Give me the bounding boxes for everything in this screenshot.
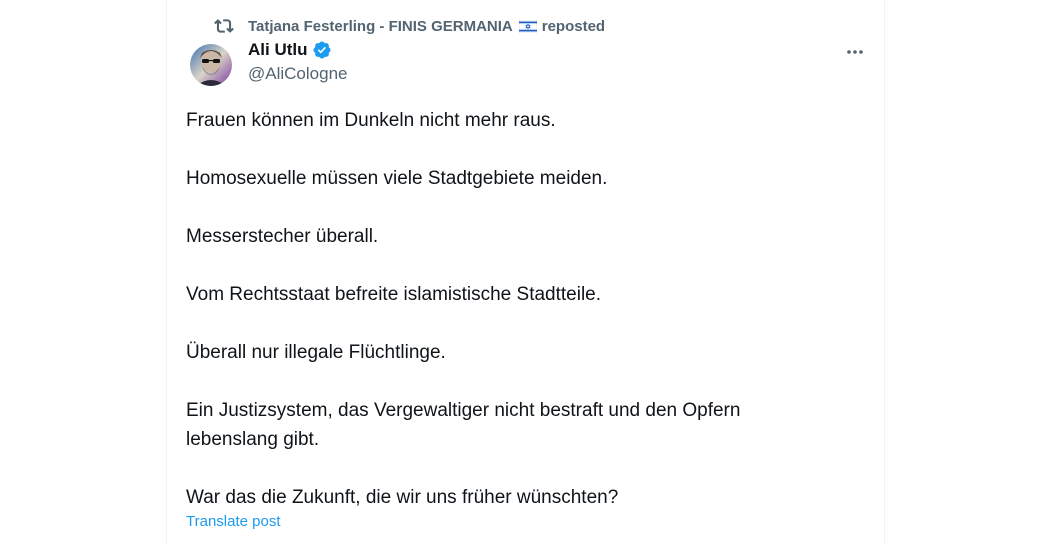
post-line: Überall nur illegale Flüchtlinge.	[186, 342, 446, 363]
verified-badge-icon[interactable]	[312, 40, 332, 60]
repost-context[interactable]: Tatjana Festerling - FINIS GERMANIA repo…	[214, 16, 605, 36]
author-handle[interactable]: @AliCologne	[248, 64, 347, 84]
repost-suffix: reposted	[541, 17, 606, 35]
more-options-button[interactable]	[839, 36, 871, 68]
author-block: Ali Utlu @AliCologne	[248, 40, 347, 84]
repost-icon	[214, 16, 234, 36]
repost-user-name[interactable]: Tatjana Festerling - FINIS GERMANIA	[248, 18, 513, 35]
post-line: Homosexuelle müssen viele Stadtgebiete m…	[186, 168, 608, 189]
israel-flag-icon	[518, 19, 537, 33]
more-dots-icon	[847, 50, 863, 54]
post-line: Frauen können im Dunkeln nicht mehr raus…	[186, 110, 556, 131]
post-line: Ein Justizsystem, das Vergewaltiger nich…	[186, 400, 741, 450]
post-text: Frauen können im Dunkeln nicht mehr raus…	[186, 106, 836, 512]
avatar[interactable]	[190, 44, 232, 86]
author-display-name[interactable]: Ali Utlu	[248, 40, 308, 60]
post-line: Vom Rechtsstaat befreite islamistische S…	[186, 284, 602, 305]
post-line: Messerstecher überall.	[186, 226, 379, 247]
translate-post-link[interactable]: Translate post	[186, 513, 281, 530]
post-line: War das die Zukunft, die wir uns früher …	[186, 487, 619, 508]
timeline-column: Tatjana Festerling - FINIS GERMANIA repo…	[166, 0, 885, 544]
